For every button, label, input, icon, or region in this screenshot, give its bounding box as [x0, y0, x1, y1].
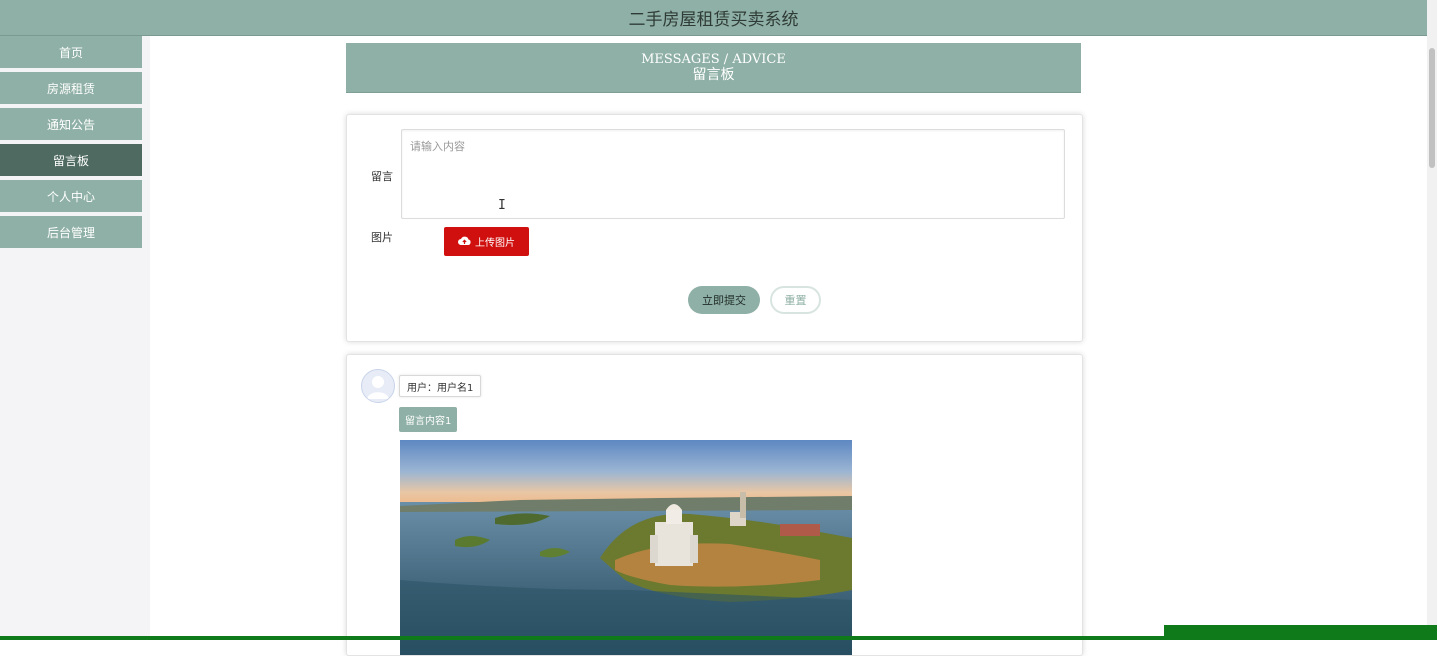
scrollbar[interactable] — [1427, 0, 1437, 640]
sidebar-item-notices[interactable]: 通知公告 — [0, 108, 142, 140]
upload-button-label: 上传图片 — [475, 238, 515, 249]
banner-title-cn: 留言板 — [692, 67, 735, 83]
sidebar-item-label: 首页 — [58, 45, 83, 60]
message-label: 留言 — [371, 170, 393, 183]
sidebar-item-personal-center[interactable]: 个人中心 — [0, 180, 142, 212]
message-list: 用户：用户名1 留言内容1 — [346, 354, 1083, 656]
app-header: 二手房屋租赁买卖系统 — [0, 0, 1427, 36]
cloud-upload-icon — [458, 235, 471, 249]
sidebar-item-home[interactable]: 首页 — [0, 36, 142, 68]
sidebar-item-rentals[interactable]: 房源租赁 — [0, 72, 142, 104]
upload-image-button[interactable]: 上传图片 — [444, 227, 529, 256]
submit-button-label: 立即提交 — [702, 294, 746, 307]
text-cursor-icon: I — [498, 198, 506, 213]
message-user: 用户：用户名1 — [399, 375, 482, 397]
image-label: 图片 — [371, 231, 393, 244]
banner-title-en: MESSAGES / ADVICE — [641, 52, 786, 67]
reset-button-label: 重置 — [784, 294, 807, 307]
app-title: 二手房屋租赁买卖系统 — [628, 10, 799, 30]
user-avatar-icon — [361, 369, 395, 403]
sidebar: 首页 房源租赁 通知公告 留言板 个人中心 后台管理 — [0, 36, 150, 640]
sidebar-item-label: 留言板 — [52, 153, 89, 168]
sidebar-item-label: 通知公告 — [46, 117, 95, 132]
message-photo — [400, 440, 852, 655]
submit-button[interactable]: 立即提交 — [688, 286, 760, 314]
sidebar-item-message-board[interactable]: 留言板 — [0, 144, 142, 176]
sidebar-item-label: 房源租赁 — [46, 81, 95, 96]
sidebar-item-admin[interactable]: 后台管理 — [0, 216, 142, 248]
scrollbar-thumb[interactable] — [1429, 48, 1435, 168]
sidebar-item-label: 个人中心 — [46, 189, 95, 204]
bottom-bar — [0, 636, 1437, 640]
message-form: 留言 图片 上传图片 立即提交 重置 — [346, 114, 1083, 342]
message-content: 留言内容1 — [399, 407, 458, 432]
page-banner: MESSAGES / ADVICE 留言板 — [346, 43, 1081, 93]
reset-button[interactable]: 重置 — [770, 286, 821, 314]
sidebar-item-label: 后台管理 — [46, 225, 95, 240]
